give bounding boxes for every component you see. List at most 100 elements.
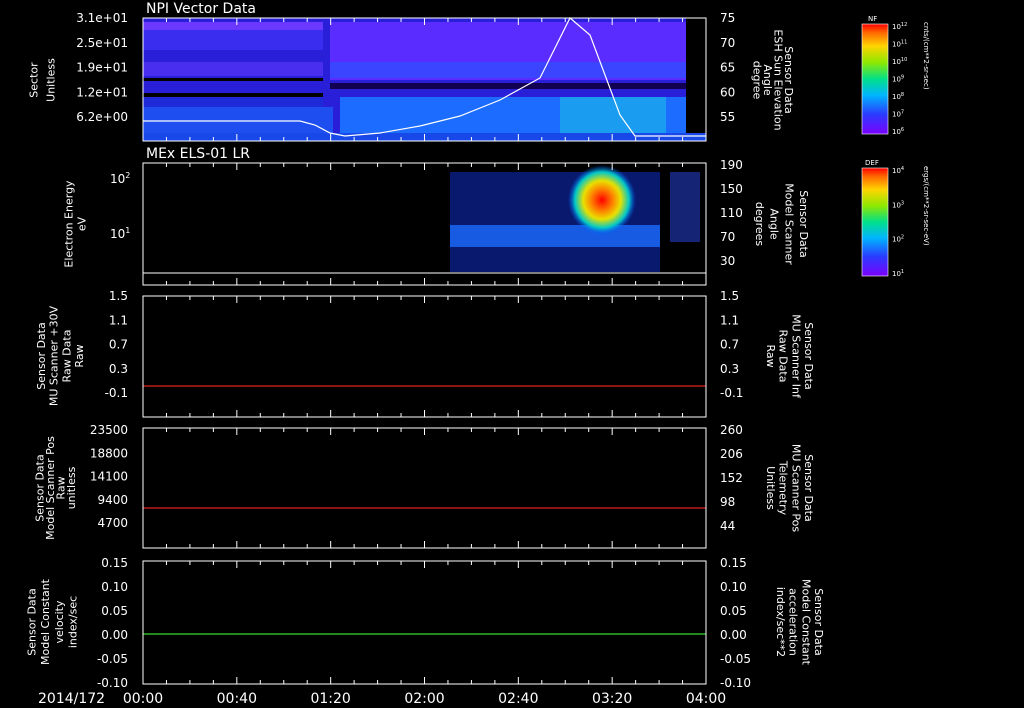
panel5-ytick-0: 0.15 <box>101 556 128 570</box>
colorbar-nf-label: NF <box>868 15 877 23</box>
panel2-y2tick-1: 150 <box>720 182 743 196</box>
panel1-y2tick-2: 65 <box>720 61 735 75</box>
x-tick-5: 03:20 <box>592 691 632 707</box>
panel3-ytick-0: 1.5 <box>109 289 128 303</box>
npi-band-green <box>560 97 666 133</box>
colorbar-nf-tick-6: 106 <box>892 127 904 136</box>
panel2-y2tick-0: 190 <box>720 158 743 172</box>
x-date-label: 2014/172 <box>38 691 105 707</box>
colorbar-nf-tick-3: 109 <box>892 75 904 84</box>
panel3-y2ticks: 1.5 1.1 0.7 0.3 -0.1 <box>720 289 743 400</box>
panel4-ytick-2: 14100 <box>90 470 128 484</box>
panel4-y2label: Sensor DataMU Scanner PosTelemetryUnitle… <box>764 444 815 533</box>
panel5-y2label: Sensor DataModel Constantaccelerationind… <box>774 579 825 666</box>
npi-band-top <box>143 22 323 30</box>
panel5-y2tick-4: -0.05 <box>720 652 751 666</box>
panel5-ytick-2: 0.05 <box>101 604 128 618</box>
colorbar-nf-ticks: 1012 1011 1010 109 108 107 106 <box>892 22 907 136</box>
x-tick-1: 00:40 <box>217 691 257 707</box>
panel4-ytick-1: 18800 <box>90 446 128 460</box>
npi-band-mid-left <box>143 62 323 76</box>
npi-band-right-blue <box>330 62 686 78</box>
colorbar-nf-bar <box>861 23 889 135</box>
panel2-y2tick-4: 30 <box>720 254 735 268</box>
npi-band-low <box>143 97 323 107</box>
panel3-ytick-4: -0.1 <box>105 386 128 400</box>
panel3-y2tick-3: 0.3 <box>720 362 739 376</box>
panel3-y2tick-1: 1.1 <box>720 313 739 327</box>
panel4-y2tick-2: 152 <box>720 471 743 485</box>
panel4-y2tick-1: 206 <box>720 447 743 461</box>
panel5-ytick-5: -0.10 <box>97 676 128 690</box>
panel2-y2tick-2: 110 <box>720 206 743 220</box>
npi-gap-dark-1 <box>143 78 323 81</box>
panel1-yticks: 3.1e+01 2.5e+01 1.9e+01 1.2e+01 6.2e+00 <box>76 11 128 124</box>
panel5-y2tick-1: 0.10 <box>720 580 747 594</box>
frame-panel4 <box>142 427 707 549</box>
frame-panel5 <box>142 560 707 685</box>
chart-stage: NPI Vector Data MEx ELS-01 LR 3.1e+01 2.5… <box>26 1 930 707</box>
colorbar-def-tick-2: 102 <box>892 235 904 244</box>
colorbar-nf: NF 1012 1011 1010 109 108 107 106 cnts/(cm**2-… <box>861 15 930 136</box>
els-hotspot <box>568 165 636 235</box>
panel3-ytick-3: 0.3 <box>109 362 128 376</box>
panel3-y2tick-4: -0.1 <box>720 386 743 400</box>
panel4-y2ticks: 260 206 152 98 44 <box>720 423 743 533</box>
colorbar-def-tick-3: 101 <box>892 269 904 278</box>
colorbar-def-ticks: 104 103 102 101 <box>892 166 904 278</box>
panel5-y2ticks: 0.15 0.10 0.05 0.00 -0.05 -0.10 <box>720 556 751 690</box>
panel2-ytick-100: 102 <box>110 171 130 186</box>
panel3-y2tick-0: 1.5 <box>720 289 739 303</box>
x-tick-6: 04:00 <box>686 691 726 707</box>
colorbar-def-bar <box>861 167 889 277</box>
panel5-y2tick-2: 0.05 <box>720 604 747 618</box>
panel3-y2tick-2: 0.7 <box>720 338 739 352</box>
panel2-y2ticks: 190 150 110 70 30 <box>720 158 743 268</box>
colorbar-nf-tick-4: 108 <box>892 92 904 101</box>
colorbar-def-tick-0: 104 <box>892 166 904 175</box>
x-tick-0: 00:00 <box>123 691 163 707</box>
els-noise-band <box>450 225 660 247</box>
colorbar-nf-tick-1: 1011 <box>892 40 907 49</box>
panel2-ytick-10: 101 <box>110 226 130 241</box>
x-tick-2: 01:20 <box>310 691 350 707</box>
panel1-y2tick-4: 55 <box>720 110 735 124</box>
panel1-ytick-3: 1.2e+01 <box>76 85 128 99</box>
colorbar-def-units: ergs/(cm**2-sr-sec-eV) <box>922 166 930 246</box>
panel5-ytick-4: -0.05 <box>97 652 128 666</box>
panel4-ytick-3: 9400 <box>97 493 128 507</box>
panel1-ytick-0: 3.1e+01 <box>76 11 128 25</box>
npi-right-dark <box>686 18 706 141</box>
panel1-y2tick-3: 60 <box>720 85 735 99</box>
colorbar-nf-tick-0: 1012 <box>892 22 907 31</box>
panel1-y2tick-0: 75 <box>720 11 735 25</box>
panel3-ytick-1: 1.1 <box>109 313 128 327</box>
colorbar-nf-units: cnts/(cm**2-sr-sec) <box>922 22 930 90</box>
colorbar-def: DEF 104 103 102 101 ergs/(cm**2-sr-sec-eV) <box>861 159 930 278</box>
panel1-y2label: Sensor DataESH Sun ElevationAngledegree <box>750 29 795 130</box>
panel5-y2tick-3: 0.00 <box>720 628 747 642</box>
panel3-yticks: 1.5 1.1 0.7 0.3 -0.1 <box>105 289 128 400</box>
panel3-ylabel: Sensor DataMU Scanner +30VRaw DataRaw <box>35 305 86 406</box>
colorbar-def-tick-1: 103 <box>892 200 904 209</box>
panel1-ytick-2: 1.9e+01 <box>76 61 128 75</box>
panel4-y2tick-3: 98 <box>720 495 735 509</box>
panel2-ylabel: Electron EnergyeV <box>63 180 89 268</box>
panel4-ylabel: Sensor DataModel Scanner PosRawunitless <box>33 436 78 540</box>
els-right-streaks <box>670 172 700 242</box>
panel5-ylabel: Sensor DataModel Constantvelocityindex/s… <box>26 578 80 665</box>
panel4-yticks: 23500 18800 14100 9400 4700 <box>90 423 128 530</box>
npi-band-upper <box>143 30 323 50</box>
npi-band-cyan <box>143 107 333 133</box>
panel5-ytick-3: 0.00 <box>101 628 128 642</box>
panel5-y2tick-0: 0.15 <box>720 556 747 570</box>
panel4-ytick-4: 4700 <box>97 516 128 530</box>
panel1-ylabel: Sector Unitless <box>28 58 58 102</box>
panel5-ytick-1: 0.10 <box>101 580 128 594</box>
panel2-y2tick-3: 70 <box>720 230 735 244</box>
npi-gap-dark-3 <box>330 83 686 89</box>
panel2-title: MEx ELS-01 LR <box>146 146 250 162</box>
panel-els <box>143 163 706 285</box>
panel1-title: NPI Vector Data <box>146 1 256 17</box>
panel1-ytick-4: 6.2e+00 <box>76 110 128 124</box>
